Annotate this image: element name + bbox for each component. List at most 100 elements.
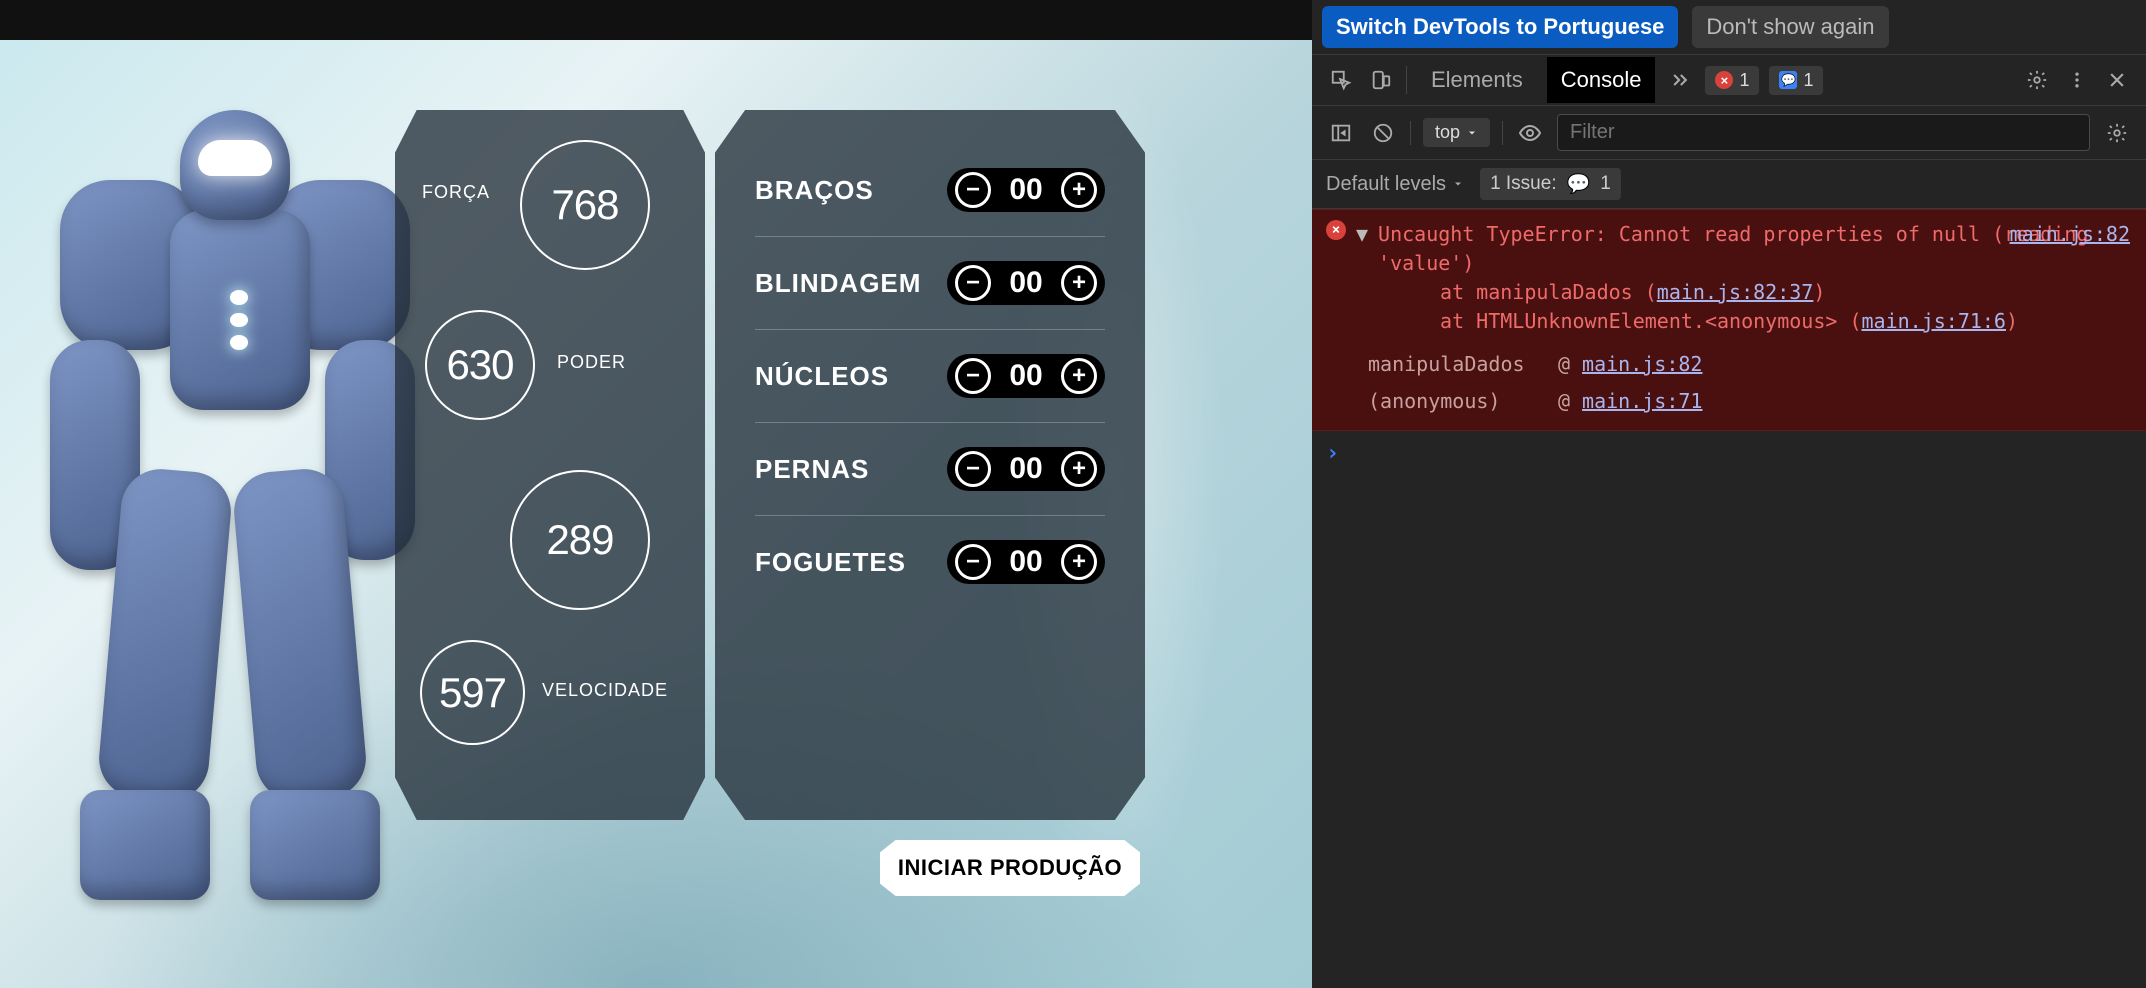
part-value: 00 xyxy=(1003,173,1049,207)
trace-link[interactable]: main.js:71 xyxy=(1582,387,1702,416)
stack-line-1-pre: at manipulaDados ( xyxy=(1440,280,1657,304)
part-label: BLINDAGEM xyxy=(755,268,921,299)
stack-line-2-pre: at HTMLUnknownElement.<anonymous> ( xyxy=(1440,309,1861,333)
stack-line-1-post: ) xyxy=(1813,280,1825,304)
stat-poder-label: PODER xyxy=(557,352,626,373)
stat-forca: 768 FORÇA xyxy=(520,140,650,270)
console-prompt[interactable]: › xyxy=(1312,431,2146,476)
part-stepper: − 00 + xyxy=(947,354,1105,398)
log-levels-label: Default levels xyxy=(1326,173,1446,196)
stack-trace-table: manipulaDados @ main.js:82 (anonymous) @… xyxy=(1326,346,2132,420)
stack-trace-row: (anonymous) @ main.js:71 xyxy=(1326,383,2132,420)
device-toolbar-icon[interactable] xyxy=(1366,65,1396,95)
part-row-nucleos: NÚCLEOS − 00 + xyxy=(755,330,1105,423)
robot-figure xyxy=(40,110,400,930)
console-sidebar-toggle-icon[interactable] xyxy=(1326,118,1356,148)
stack-line-2-post: ) xyxy=(2006,309,2018,333)
increment-button[interactable]: + xyxy=(1061,172,1097,208)
stat-three: 289 xyxy=(510,470,650,610)
issues-badge[interactable]: 1 Issue: 💬 1 xyxy=(1480,168,1621,200)
tab-console[interactable]: Console xyxy=(1547,57,1656,103)
console-output: main.js:82 × ▼ Uncaught TypeError: Canno… xyxy=(1312,209,2146,988)
chevron-down-icon xyxy=(1466,127,1478,139)
issues-count: 1 xyxy=(1600,173,1611,195)
settings-icon[interactable] xyxy=(2022,65,2052,95)
console-toolbar: top xyxy=(1312,106,2146,160)
stat-poder-value: 630 xyxy=(446,341,513,389)
part-label: NÚCLEOS xyxy=(755,361,889,392)
decrement-button[interactable]: − xyxy=(955,544,991,580)
log-levels-select[interactable]: Default levels xyxy=(1326,173,1464,196)
switch-language-button[interactable]: Switch DevTools to Portuguese xyxy=(1322,6,1678,48)
trace-link[interactable]: main.js:82 xyxy=(1582,350,1702,379)
error-source-link[interactable]: main.js:82 xyxy=(2010,220,2130,249)
kebab-menu-icon[interactable] xyxy=(2062,65,2092,95)
tab-elements[interactable]: Elements xyxy=(1417,57,1537,103)
part-stepper: − 00 + xyxy=(947,261,1105,305)
part-stepper: − 00 + xyxy=(947,540,1105,584)
devtools-tabbar: Elements Console × 1 💬 1 xyxy=(1312,54,2146,106)
stat-velocidade: 597 VELOCIDADE xyxy=(420,640,525,745)
context-label: top xyxy=(1435,122,1460,143)
trace-fn: (anonymous) xyxy=(1326,387,1546,416)
stat-velocidade-value: 597 xyxy=(439,669,506,717)
issue-icon: 💬 xyxy=(1567,172,1591,196)
decrement-button[interactable]: − xyxy=(955,451,991,487)
console-filter-input[interactable] xyxy=(1557,114,2090,151)
part-stepper: − 00 + xyxy=(947,447,1105,491)
part-value: 00 xyxy=(1003,452,1049,486)
more-tabs-icon[interactable] xyxy=(1665,65,1695,95)
part-stepper: − 00 + xyxy=(947,168,1105,212)
error-expand-toggle[interactable]: ▼ xyxy=(1356,220,1368,249)
part-row-foguetes: FOGUETES − 00 + xyxy=(755,516,1105,608)
decrement-button[interactable]: − xyxy=(955,265,991,301)
part-value: 00 xyxy=(1003,359,1049,393)
console-settings-icon[interactable] xyxy=(2102,118,2132,148)
increment-button[interactable]: + xyxy=(1061,265,1097,301)
start-production-label: INICIAR PRODUÇÃO xyxy=(898,855,1122,881)
part-label: FOGUETES xyxy=(755,547,906,578)
console-error-entry: main.js:82 × ▼ Uncaught TypeError: Canno… xyxy=(1312,209,2146,431)
stat-velocidade-label: VELOCIDADE xyxy=(542,680,668,701)
stack-link-1[interactable]: main.js:82:37 xyxy=(1657,280,1814,304)
stat-poder: 630 PODER xyxy=(425,310,535,420)
stack-trace-row: manipulaDados @ main.js:82 xyxy=(1326,346,2132,383)
execution-context-select[interactable]: top xyxy=(1423,118,1490,147)
console-filterbar: Default levels 1 Issue: 💬 1 xyxy=(1312,160,2146,209)
error-count-value: 1 xyxy=(1739,70,1749,91)
trace-fn: manipulaDados xyxy=(1326,350,1546,379)
parts-panel: BRAÇOS − 00 + BLINDAGEM − 00 + NÚCLEOS − xyxy=(715,110,1145,820)
stat-forca-label: FORÇA xyxy=(422,182,490,203)
part-row-pernas: PERNAS − 00 + xyxy=(755,423,1105,516)
part-row-blindagem: BLINDAGEM − 00 + xyxy=(755,237,1105,330)
game-preview-pane: 768 FORÇA 630 PODER 289 597 VELOCIDADE B… xyxy=(0,0,1312,988)
increment-button[interactable]: + xyxy=(1061,544,1097,580)
live-expression-icon[interactable] xyxy=(1515,118,1545,148)
increment-button[interactable]: + xyxy=(1061,451,1097,487)
message-count-value: 1 xyxy=(1803,70,1813,91)
close-devtools-icon[interactable] xyxy=(2102,65,2132,95)
increment-button[interactable]: + xyxy=(1061,358,1097,394)
stat-forca-value: 768 xyxy=(551,181,618,229)
clear-console-icon[interactable] xyxy=(1368,118,1398,148)
part-value: 00 xyxy=(1003,545,1049,579)
error-message: Uncaught TypeError: Cannot read properti… xyxy=(1378,222,2088,275)
dismiss-banner-button[interactable]: Don't show again xyxy=(1692,6,1888,48)
error-dot-icon: × xyxy=(1715,71,1733,89)
stat-three-value: 289 xyxy=(546,516,613,564)
part-label: PERNAS xyxy=(755,454,869,485)
start-production-button[interactable]: INICIAR PRODUÇÃO xyxy=(880,840,1140,896)
part-value: 00 xyxy=(1003,266,1049,300)
error-count-badge[interactable]: × 1 xyxy=(1705,66,1759,95)
error-icon: × xyxy=(1326,220,1346,240)
issues-label: 1 Issue: xyxy=(1490,173,1557,195)
language-banner: Switch DevTools to Portuguese Don't show… xyxy=(1312,0,2146,54)
chevron-down-icon xyxy=(1452,178,1464,190)
stack-link-2[interactable]: main.js:71:6 xyxy=(1861,309,2006,333)
message-count-badge[interactable]: 💬 1 xyxy=(1769,66,1823,95)
part-label: BRAÇOS xyxy=(755,175,874,206)
devtools-panel: Switch DevTools to Portuguese Don't show… xyxy=(1312,0,2146,988)
decrement-button[interactable]: − xyxy=(955,172,991,208)
inspect-element-icon[interactable] xyxy=(1326,65,1356,95)
decrement-button[interactable]: − xyxy=(955,358,991,394)
